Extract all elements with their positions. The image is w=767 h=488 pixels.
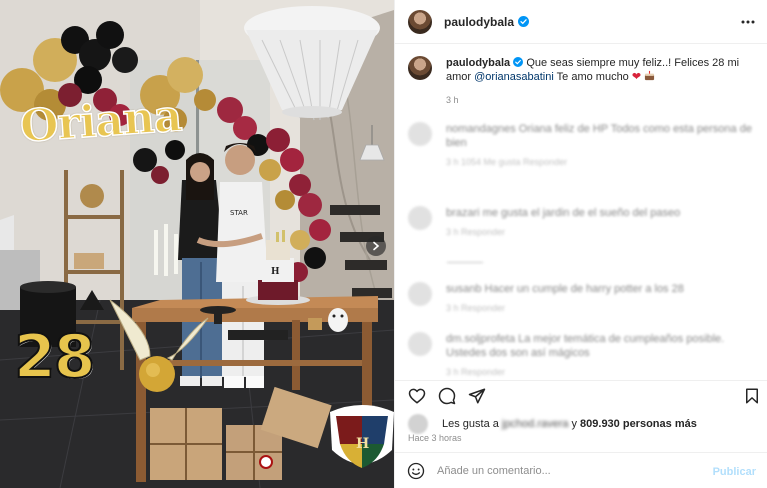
svg-text:H: H (356, 436, 369, 452)
number-28-sign: 28 (13, 321, 96, 393)
comment-meta: 3 h Responder (446, 367, 506, 377)
heart-icon[interactable] (408, 387, 426, 405)
avatar (408, 332, 432, 356)
bookmark-icon[interactable] (743, 387, 761, 405)
list-item[interactable]: brazari me gusta el jardin de el sueño d… (408, 206, 758, 239)
next-photo-button[interactable] (366, 236, 386, 256)
caption-username[interactable]: paulodybala (446, 57, 510, 69)
comment-input[interactable] (437, 464, 687, 477)
avatar (408, 206, 432, 230)
likes-summary: Les gusta a jpchod.ravera y 809.930 pers… (408, 414, 697, 434)
list-item[interactable]: dm.soljprofeta La mejor temática de cump… (408, 332, 758, 379)
comment-meta: 3 h Responder (446, 227, 506, 237)
add-comment-bar: Publicar (395, 452, 767, 488)
header-username[interactable]: paulodybala (444, 15, 514, 29)
post-header: paulodybala (395, 0, 767, 44)
caption-tail: Te amo mucho (556, 71, 629, 83)
post-timestamp: Hace 3 horas (408, 433, 462, 443)
likes-connector: y (571, 418, 578, 430)
post-photo[interactable]: STAR H H Oriana 28 (0, 0, 394, 488)
post-caption: paulodybala Que seas siempre muy feliz..… (408, 56, 758, 107)
likes-prefix: Les gusta a (442, 418, 499, 430)
chevron-right-icon (373, 241, 380, 251)
caption-avatar[interactable] (408, 56, 432, 80)
comment-text: brazari me gusta el jardin de el sueño d… (446, 207, 681, 219)
caption-text: paulodybala Que seas siempre muy feliz..… (446, 56, 758, 107)
avatar (408, 414, 428, 434)
avatar (408, 282, 432, 306)
comments-list: nomandagnes Oriana feliz de HP Todos com… (395, 110, 767, 382)
svg-text:H: H (271, 267, 280, 277)
publish-button[interactable]: Publicar (713, 466, 756, 478)
cake-emoji-icon (645, 70, 655, 81)
emoji-icon[interactable] (407, 462, 425, 480)
comment-icon[interactable] (438, 387, 456, 405)
likes-user[interactable]: jpchod.ravera (502, 418, 569, 430)
verified-badge-icon (518, 16, 530, 27)
comment-text: susanb Hacer un cumple de harry potter a… (446, 283, 684, 295)
avatar (408, 122, 432, 146)
caption-time: 3 h (446, 95, 459, 105)
list-item (447, 256, 487, 263)
mention-link[interactable]: @orianasabatini (474, 71, 554, 83)
post-side-panel: paulodybala paulodybala Que seas siempre… (394, 0, 767, 488)
list-item[interactable]: nomandagnes Oriana feliz de HP Todos com… (408, 122, 758, 169)
svg-text:STAR: STAR (230, 209, 248, 217)
post-actions (395, 380, 767, 410)
likes-count[interactable]: 809.930 personas más (580, 418, 697, 430)
list-item[interactable]: susanb Hacer un cumple de harry potter a… (408, 282, 758, 315)
avatar[interactable] (408, 9, 432, 34)
comment-text: dm.soljprofeta La mejor temática de cump… (446, 333, 725, 359)
comment-text: nomandagnes Oriana feliz de HP Todos com… (446, 123, 752, 149)
share-icon[interactable] (468, 387, 486, 405)
more-icon[interactable] (740, 14, 756, 30)
heart-emoji-icon: ❤ (631, 71, 642, 83)
party-scene: STAR H H (0, 0, 394, 488)
comment-meta: 3 h 1054 Me gusta Responder (446, 157, 568, 167)
verified-badge-icon (513, 57, 524, 67)
comment-meta: 3 h Responder (446, 303, 506, 313)
